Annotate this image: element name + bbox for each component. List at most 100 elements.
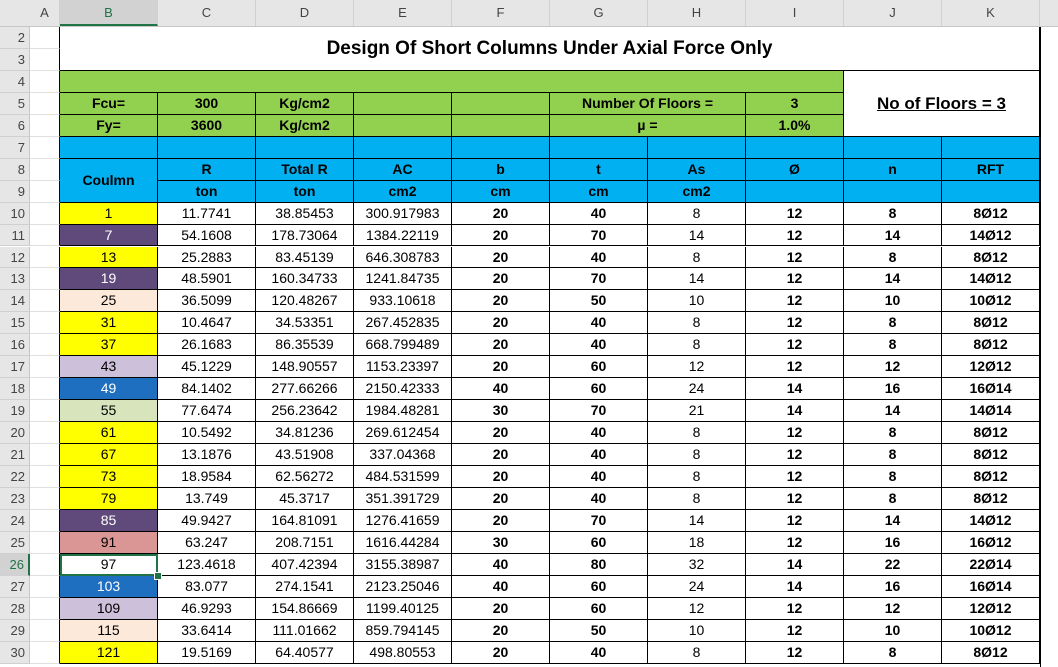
header-as[interactable]: As [648, 158, 746, 181]
cell-phi[interactable]: 12 [746, 246, 844, 269]
row-header-10[interactable]: 10 [0, 202, 30, 225]
row-header-22[interactable]: 22 [0, 466, 30, 488]
cell-rft[interactable]: 10Ø12 [942, 619, 1040, 642]
cell-n[interactable]: 8 [844, 487, 942, 510]
cell-a23[interactable] [30, 487, 60, 510]
cell-b[interactable]: 40 [452, 553, 550, 576]
floors-summary-box[interactable]: No of Floors = 3 [844, 70, 1040, 137]
cell-r[interactable]: 54.1608 [158, 224, 256, 247]
cell-totalr[interactable]: 148.90557 [256, 356, 354, 379]
cell-rft[interactable]: 8Ø12 [942, 312, 1040, 335]
column-header-g[interactable]: G [550, 0, 648, 26]
cell-as[interactable]: 18 [648, 531, 746, 554]
header-column[interactable]: Coulmn [60, 158, 158, 203]
cell-t[interactable]: 50 [550, 619, 648, 642]
cell-ac[interactable]: 668.799489 [354, 334, 452, 357]
cell-rft[interactable]: 8Ø12 [942, 487, 1040, 510]
cell-ac[interactable]: 2123.25046 [354, 575, 452, 598]
cell-t[interactable]: 70 [550, 509, 648, 532]
column-header-d[interactable]: D [256, 0, 354, 26]
cell-r[interactable]: 13.749 [158, 487, 256, 510]
cell-as[interactable]: 14 [648, 268, 746, 291]
row-header-28[interactable]: 28 [0, 597, 30, 620]
column-id-cell[interactable]: 55 [60, 400, 158, 423]
cell-a26[interactable] [30, 553, 60, 576]
cell-a17[interactable] [30, 356, 60, 379]
cell-totalr[interactable]: 62.56272 [256, 466, 354, 488]
cell-b[interactable]: 20 [452, 268, 550, 291]
cell-as[interactable]: 8 [648, 444, 746, 466]
column-id-cell[interactable]: 109 [60, 597, 158, 620]
row-header-5[interactable]: 5 [0, 92, 30, 115]
cell-a22[interactable] [30, 466, 60, 488]
cell-b[interactable]: 30 [452, 531, 550, 554]
cell-t[interactable]: 40 [550, 334, 648, 357]
cell-totalr[interactable]: 45.3717 [256, 487, 354, 510]
header-n-unit[interactable] [844, 180, 942, 203]
cell-ac[interactable]: 3155.38987 [354, 553, 452, 576]
cell-ac[interactable]: 859.794145 [354, 619, 452, 642]
header-ac[interactable]: AC [354, 158, 452, 181]
cell-ac[interactable]: 1384.22119 [354, 224, 452, 247]
row5-empty-e[interactable] [354, 92, 452, 115]
cell-n[interactable]: 8 [844, 422, 942, 445]
cell-a13[interactable] [30, 268, 60, 291]
cell-a19[interactable] [30, 400, 60, 423]
fcu-value[interactable]: 300 [158, 92, 256, 115]
cell-totalr[interactable]: 120.48267 [256, 290, 354, 313]
cell-rft[interactable]: 12Ø12 [942, 597, 1040, 620]
cell-totalr[interactable]: 86.35539 [256, 334, 354, 357]
cell-ac[interactable]: 1199.40125 [354, 597, 452, 620]
cell-b[interactable]: 20 [452, 509, 550, 532]
cell-r[interactable]: 36.5099 [158, 290, 256, 313]
cell-phi[interactable]: 14 [746, 575, 844, 598]
cell-totalr[interactable]: 407.42394 [256, 553, 354, 576]
fill-handle[interactable] [154, 571, 162, 580]
cell-phi[interactable]: 12 [746, 202, 844, 225]
header-t[interactable]: t [550, 158, 648, 181]
row6-empty-e[interactable] [354, 114, 452, 137]
header-rft-unit[interactable] [942, 180, 1040, 203]
cell-totalr[interactable]: 83.45139 [256, 246, 354, 269]
cell-n[interactable]: 14 [844, 509, 942, 532]
cell-as[interactable]: 32 [648, 553, 746, 576]
cell-n[interactable]: 16 [844, 575, 942, 598]
fy-label[interactable]: Fy= [60, 114, 158, 137]
cell-rft[interactable]: 16Ø14 [942, 575, 1040, 598]
row-header-27[interactable]: 27 [0, 575, 30, 598]
column-id-cell[interactable]: 121 [60, 641, 158, 664]
cell-a27[interactable] [30, 575, 60, 598]
cell-r[interactable]: 49.9427 [158, 509, 256, 532]
header-as-unit[interactable]: cm2 [648, 180, 746, 203]
cell-phi[interactable]: 12 [746, 619, 844, 642]
cell-b[interactable]: 20 [452, 466, 550, 488]
cell-totalr[interactable]: 160.34733 [256, 268, 354, 291]
cell-r[interactable]: 63.247 [158, 531, 256, 554]
cell-r[interactable]: 33.6414 [158, 619, 256, 642]
cell-rft[interactable]: 10Ø12 [942, 290, 1040, 313]
cell-b[interactable]: 20 [452, 422, 550, 445]
cell-a8[interactable] [30, 158, 60, 181]
column-id-cell[interactable]: 7 [60, 224, 158, 247]
cell-phi[interactable]: 12 [746, 597, 844, 620]
blue-band-b[interactable] [60, 136, 158, 159]
cell-phi[interactable]: 12 [746, 290, 844, 313]
row-header-2[interactable]: 2 [0, 27, 30, 49]
blue-band-h[interactable] [648, 136, 746, 159]
column-header-k[interactable]: K [942, 0, 1040, 26]
column-id-cell[interactable]: 115 [60, 619, 158, 642]
cell-totalr[interactable]: 208.7151 [256, 531, 354, 554]
blue-band-e[interactable] [354, 136, 452, 159]
cell-t[interactable]: 40 [550, 202, 648, 225]
cell-n[interactable]: 8 [844, 641, 942, 664]
header-b-unit[interactable]: cm [452, 180, 550, 203]
cell-totalr[interactable]: 277.66266 [256, 378, 354, 401]
cell-phi[interactable]: 12 [746, 268, 844, 291]
cell-t[interactable]: 60 [550, 378, 648, 401]
cell-rft[interactable]: 8Ø12 [942, 641, 1040, 664]
cell-rft[interactable]: 12Ø12 [942, 356, 1040, 379]
cell-t[interactable]: 70 [550, 224, 648, 247]
cell-as[interactable]: 8 [648, 312, 746, 335]
cell-totalr[interactable]: 256.23642 [256, 400, 354, 423]
row-header-9[interactable]: 9 [0, 180, 30, 203]
